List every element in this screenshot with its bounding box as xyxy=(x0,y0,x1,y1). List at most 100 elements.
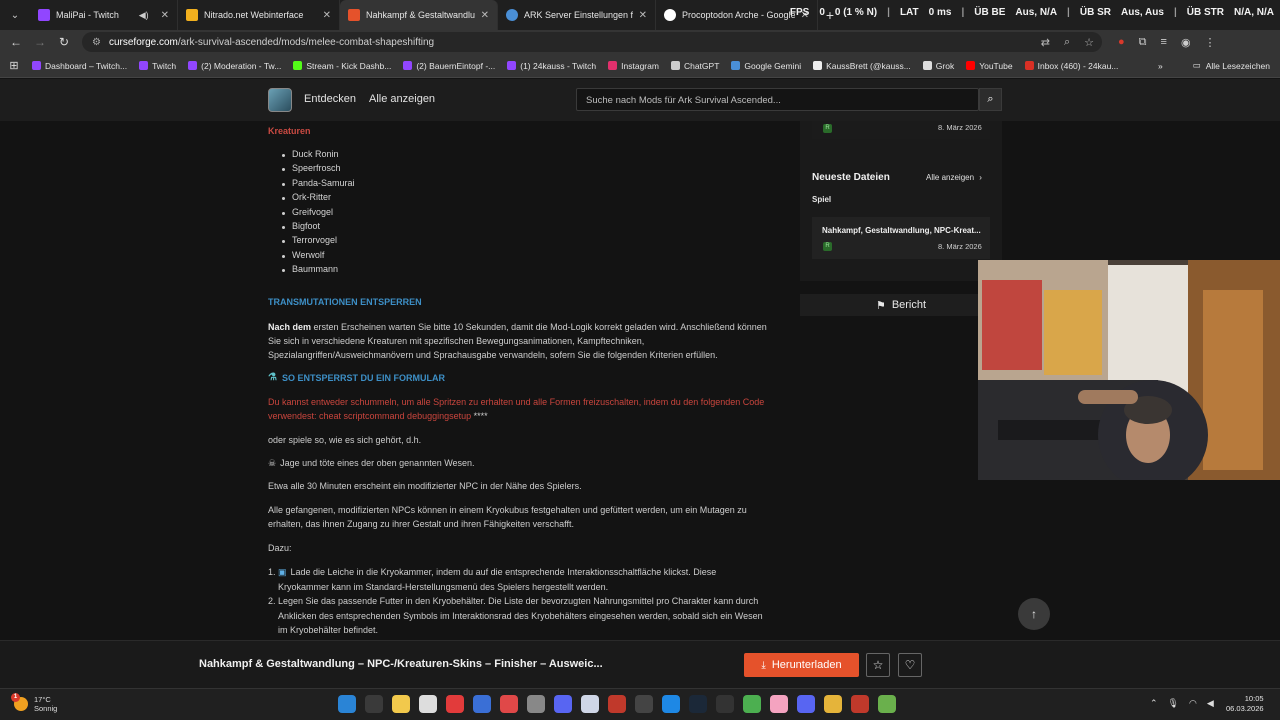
close-icon[interactable]: ✕ xyxy=(155,10,169,21)
url-field[interactable]: ⚙ curseforge.com /ark-survival-ascended/… xyxy=(82,32,1102,52)
reload-icon[interactable]: ↻ xyxy=(52,35,76,49)
tab-search-chevron-icon[interactable]: ⌄ xyxy=(0,0,30,30)
all-bookmarks-label: Alle Lesezeichen xyxy=(1205,60,1270,71)
bookmark-item[interactable]: (2) Moderation - Tw... xyxy=(188,61,281,71)
steam-icon[interactable] xyxy=(689,695,707,713)
close-icon[interactable]: ✕ xyxy=(317,10,331,21)
tab-label: ARK Server Einstellungen für Ar xyxy=(524,10,633,20)
app-dark-icon[interactable] xyxy=(716,695,734,713)
bookmark-item[interactable]: Inbox (460) - 24kau... xyxy=(1024,61,1118,71)
bookmark-item[interactable]: Google Gemini xyxy=(731,61,801,71)
start-icon[interactable] xyxy=(338,695,356,713)
audio-icon[interactable]: ◀) xyxy=(139,10,149,21)
tab-curseforge[interactable]: Nahkampf & Gestaltwandlung ✕ xyxy=(340,0,498,30)
download-icon: ⤓ xyxy=(761,659,766,671)
bookmark-label: (1) 24kauss - Twitch xyxy=(520,60,597,71)
twitch-icon xyxy=(38,9,50,21)
search-input[interactable]: Suche nach Mods für Ark Survival Ascende… xyxy=(576,88,979,111)
tab-label: Nitrado.net Webinterface xyxy=(204,10,304,20)
ark-icon xyxy=(506,9,518,21)
bookmark-favicon-icon xyxy=(1024,61,1034,70)
app-red-icon[interactable] xyxy=(446,695,464,713)
back-icon[interactable]: ← xyxy=(4,35,28,49)
bookmark-item[interactable]: (1) 24kauss - Twitch xyxy=(507,61,596,71)
bookmark-item[interactable]: (2) BauernEintopf -... xyxy=(403,61,495,71)
bookmark-item[interactable]: Stream - Kick Dashb... xyxy=(293,61,391,71)
apps-grid-icon[interactable]: ⊞ xyxy=(0,59,28,72)
volume-icon[interactable]: ◀ xyxy=(1207,698,1214,709)
chrome-icon[interactable] xyxy=(743,695,761,713)
microphone-icon[interactable]: 🎙 xyxy=(1168,698,1179,709)
search-icon[interactable] xyxy=(365,695,383,713)
bookmark-favicon-icon xyxy=(139,61,149,70)
skull-icon: ☠ xyxy=(268,458,277,468)
more-bookmarks-icon[interactable]: » xyxy=(1158,61,1163,71)
bookmark-item[interactable]: Grok xyxy=(922,61,954,71)
site-header: Entdecken Alle anzeigen Suche nach Mods … xyxy=(0,79,1280,121)
bookmark-item[interactable]: Instagram xyxy=(608,61,659,71)
discord-icon[interactable] xyxy=(797,695,815,713)
nav-discover[interactable]: Entdecken xyxy=(304,93,356,105)
sidebar-file-card-top[interactable]: R 8. März 2026 xyxy=(812,121,990,139)
taskbar-apps xyxy=(338,695,896,713)
scroll-to-top-button[interactable]: ↑ xyxy=(1018,598,1050,630)
game-logo[interactable] xyxy=(268,88,292,112)
close-icon[interactable]: ✕ xyxy=(633,10,647,21)
report-button[interactable]: ⚑ Bericht xyxy=(800,294,1002,316)
bookmark-favicon-icon xyxy=(670,61,680,70)
extensions-icon[interactable]: ⧉ xyxy=(1139,36,1147,49)
app-record-icon[interactable] xyxy=(500,695,518,713)
tab-nitrado[interactable]: Nitrado.net Webinterface ✕ xyxy=(178,0,340,30)
download-button[interactable]: ⤓ Herunterladen xyxy=(744,653,859,677)
app-pink-icon[interactable] xyxy=(770,695,788,713)
media-control-icon[interactable]: ≡ xyxy=(1161,36,1167,49)
follow-heart-button[interactable]: ♡ xyxy=(898,653,922,677)
app-yellow-icon[interactable] xyxy=(824,695,842,713)
app-v-icon[interactable] xyxy=(473,695,491,713)
wifi-icon[interactable]: ◠ xyxy=(1189,698,1197,709)
favorite-star-button[interactable]: ☆ xyxy=(866,653,890,677)
bookmark-star-icon[interactable]: ☆ xyxy=(1084,36,1094,49)
tab-twitch[interactable]: MaliPai - Twitch ◀) ✕ xyxy=(30,0,178,30)
file-explorer-icon[interactable] xyxy=(392,695,410,713)
show-all-link[interactable]: Alle anzeigen › xyxy=(926,173,982,182)
app-circle-icon[interactable] xyxy=(527,695,545,713)
forward-icon[interactable]: → xyxy=(28,35,52,49)
bookmark-item[interactable]: YouTube xyxy=(966,61,1013,71)
app-green-icon[interactable] xyxy=(878,695,896,713)
weather-widget[interactable]: 1 17°C Sonnig xyxy=(11,693,57,713)
bookmark-item[interactable]: Dashboard – Twitch... xyxy=(32,61,127,71)
tab-ark-settings[interactable]: ARK Server Einstellungen für Ar ✕ xyxy=(498,0,656,30)
bookmark-item[interactable]: ChatGPT xyxy=(670,61,719,71)
app-blue-icon[interactable] xyxy=(554,695,572,713)
list-item: Bigfoot xyxy=(282,221,355,235)
phone-link-icon[interactable] xyxy=(419,695,437,713)
sidebar-file-card[interactable]: Nahkampf, Gestaltwandlung, NPC-Kreat... … xyxy=(812,217,990,259)
time: 10:05 xyxy=(1244,694,1264,703)
app-gamepad-icon[interactable] xyxy=(581,695,599,713)
app-browser-icon[interactable] xyxy=(662,695,680,713)
bookmark-item[interactable]: Twitch xyxy=(139,61,176,71)
ub-sr-value: Aus, Aus xyxy=(1120,7,1164,18)
zoom-icon[interactable]: ⌕ xyxy=(1064,36,1070,49)
tab-label: Nahkampf & Gestaltwandlung xyxy=(366,10,475,20)
all-bookmarks-folder[interactable]: ▭ Alle Lesezeichen xyxy=(1193,60,1270,71)
search-icon[interactable]: ⌕ xyxy=(979,88,1002,111)
google-icon xyxy=(664,9,676,21)
nav-show-all[interactable]: Alle anzeigen xyxy=(369,93,435,105)
list-item: Speerfrosch xyxy=(282,163,355,177)
list-item: 2. Legen Sie das passende Futter in den … xyxy=(268,594,768,638)
translate-icon[interactable]: ⇄ xyxy=(1041,36,1050,49)
site-info-icon[interactable]: ⚙ xyxy=(92,37,101,48)
app-red-box-icon[interactable] xyxy=(851,695,869,713)
chevron-up-icon[interactable]: ⌃ xyxy=(1150,698,1158,709)
obs-icon[interactable] xyxy=(635,695,653,713)
app-box-icon[interactable] xyxy=(608,695,626,713)
or-paragraph: oder spiele so, wie es sich gehört, d.h. xyxy=(268,435,422,445)
close-icon[interactable]: ✕ xyxy=(475,10,489,21)
clock[interactable]: 10:05 06.03.2026 xyxy=(1226,694,1264,714)
profile-avatar-icon[interactable]: ◉ xyxy=(1181,36,1191,49)
menu-icon[interactable]: ⋮ xyxy=(1205,36,1216,49)
extension-red-icon[interactable]: ● xyxy=(1118,36,1125,49)
bookmark-item[interactable]: KaussBrett (@kauss... xyxy=(813,61,911,71)
